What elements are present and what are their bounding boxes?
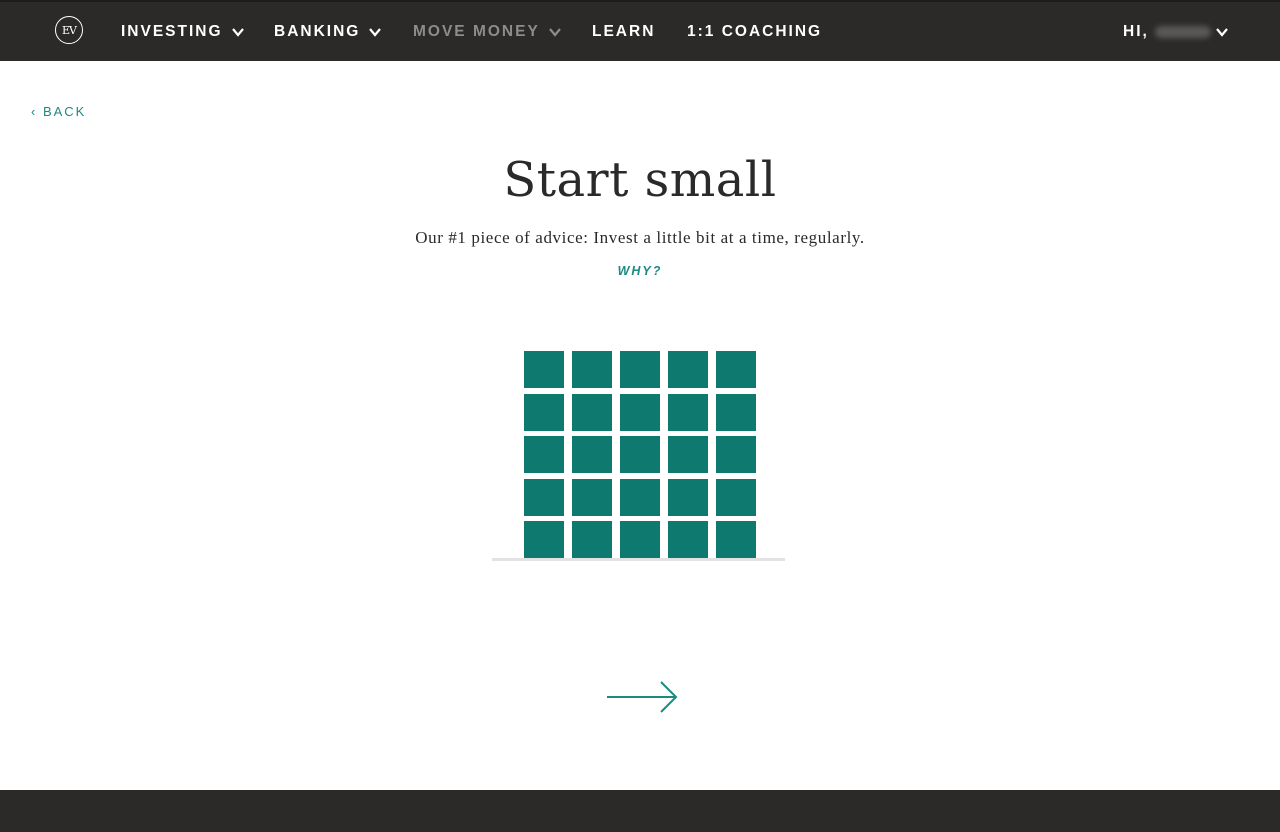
illustration-block bbox=[620, 351, 660, 388]
nav-banking-label: BANKING bbox=[274, 22, 361, 40]
illustration-block bbox=[620, 521, 660, 558]
illustration-block bbox=[668, 521, 708, 558]
nav-move-money[interactable]: MOVE MONEY bbox=[413, 2, 562, 61]
nav-move-money-label: MOVE MONEY bbox=[413, 22, 540, 40]
nav-coaching-label: 1:1 COACHING bbox=[687, 22, 823, 40]
user-greeting: HI, bbox=[1123, 22, 1149, 40]
nav-investing-label: INVESTING bbox=[121, 22, 223, 40]
nav-coaching[interactable]: 1:1 COACHING bbox=[687, 2, 822, 61]
nav-investing[interactable]: INVESTING bbox=[121, 2, 245, 61]
illustration-block bbox=[716, 478, 756, 516]
page-title: Start small bbox=[503, 152, 777, 208]
illustration-block bbox=[716, 436, 756, 473]
why-link[interactable]: WHY? bbox=[0, 264, 1280, 278]
page-subtitle: Our #1 piece of advice: Invest a little … bbox=[415, 228, 865, 247]
top-nav: EV INVESTING BANKING MOVE MONEY LEARN 1:… bbox=[0, 0, 1280, 61]
nav-learn[interactable]: LEARN bbox=[592, 2, 655, 61]
illustration-block bbox=[668, 351, 708, 388]
nav-banking[interactable]: BANKING bbox=[274, 2, 382, 61]
illustration-block bbox=[572, 478, 612, 516]
illustration-block bbox=[716, 393, 756, 431]
illustration-block bbox=[620, 393, 660, 431]
illustration-block bbox=[716, 351, 756, 388]
illustration-block bbox=[668, 436, 708, 473]
illustration-block bbox=[716, 521, 756, 558]
illustration-block bbox=[572, 393, 612, 431]
illustration-block bbox=[620, 436, 660, 473]
illustration-block bbox=[524, 393, 564, 431]
chevron-down-icon bbox=[1215, 25, 1229, 39]
user-menu[interactable]: HI, bbox=[1123, 2, 1229, 61]
chevron-down-icon bbox=[548, 25, 562, 39]
arrow-right-icon[interactable] bbox=[604, 679, 680, 715]
illustration-block bbox=[620, 478, 660, 516]
illustration-block bbox=[524, 478, 564, 516]
illustration-block bbox=[524, 521, 564, 558]
illustration-baseline bbox=[492, 558, 785, 561]
logo-text: EV bbox=[62, 23, 77, 37]
logo[interactable]: EV bbox=[55, 16, 83, 44]
illustration-block bbox=[524, 436, 564, 473]
nav-learn-label: LEARN bbox=[592, 22, 656, 40]
user-name-redacted bbox=[1154, 25, 1211, 38]
illustration-block bbox=[668, 478, 708, 516]
illustration-block bbox=[572, 351, 612, 388]
illustration-block bbox=[524, 351, 564, 388]
illustration-block bbox=[572, 436, 612, 473]
footer bbox=[0, 790, 1280, 832]
illustration-block bbox=[572, 521, 612, 558]
blocks-illustration bbox=[524, 351, 757, 558]
chevron-down-icon bbox=[368, 25, 382, 39]
chevron-down-icon bbox=[231, 25, 245, 39]
back-link[interactable]: ‹ BACK bbox=[31, 104, 86, 119]
illustration-block bbox=[668, 393, 708, 431]
